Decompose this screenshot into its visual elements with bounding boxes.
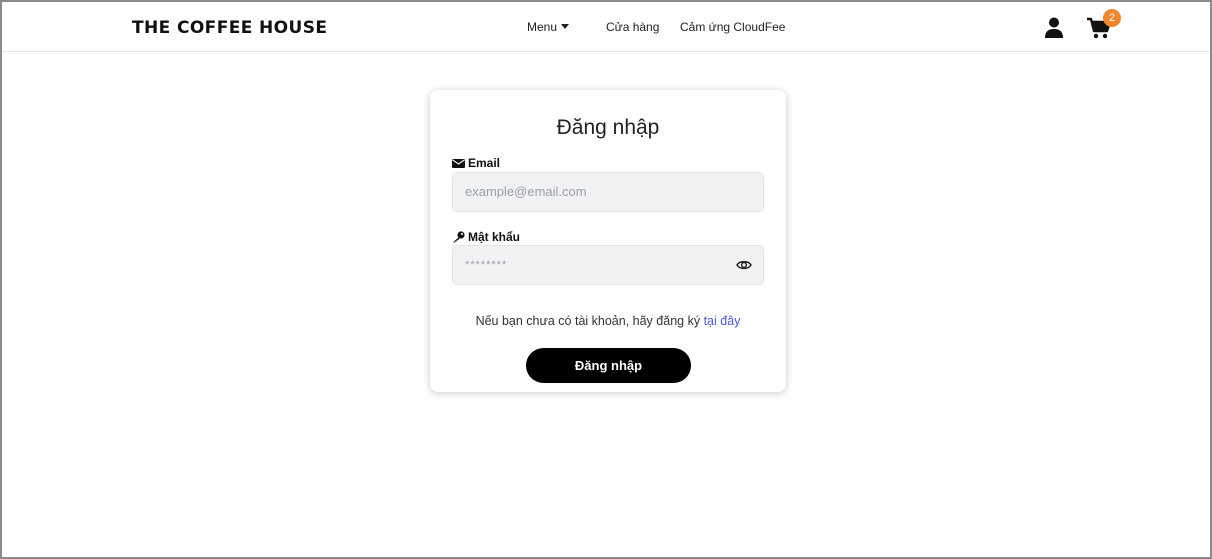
caret-down-icon [561,24,570,29]
login-card: Đăng nhập Email example@email.com Mật kh… [430,90,786,392]
user-icon[interactable] [1045,17,1063,39]
eye-icon[interactable] [736,257,752,273]
nav-menu-dropdown[interactable]: Menu [527,20,570,34]
brand-logo[interactable]: THE COFFEE HOUSE [132,18,327,38]
cart-count-badge: 2 [1103,9,1121,27]
password-input[interactable]: ******** [452,245,764,285]
register-link[interactable]: tại đây [704,314,741,328]
email-label-text: Email [468,156,501,170]
top-navbar: THE COFFEE HOUSE Menu Cửa hàng Cảm ứng C… [2,2,1210,52]
nav-store-link[interactable]: Cửa hàng [606,20,659,34]
email-label: Email [452,156,500,170]
email-input[interactable]: example@email.com [452,172,764,212]
register-prompt-text: Nếu bạn chưa có tài khoản, hãy đăng ký [475,314,701,328]
app-window: THE COFFEE HOUSE Menu Cửa hàng Cảm ứng C… [0,0,1212,559]
key-icon [453,231,465,243]
nav-inspire-link[interactable]: Cảm ứng CloudFee [680,20,785,34]
password-label: Mật khẩu [452,230,520,244]
login-submit-button[interactable]: Đăng nhập [526,348,691,383]
envelope-icon [452,159,465,168]
login-title: Đăng nhập [556,116,660,139]
register-prompt: Nếu bạn chưa có tài khoản, hãy đăng ký t… [430,314,786,328]
password-label-text: Mật khẩu [468,230,521,244]
nav-menu-label: Menu [527,20,558,34]
